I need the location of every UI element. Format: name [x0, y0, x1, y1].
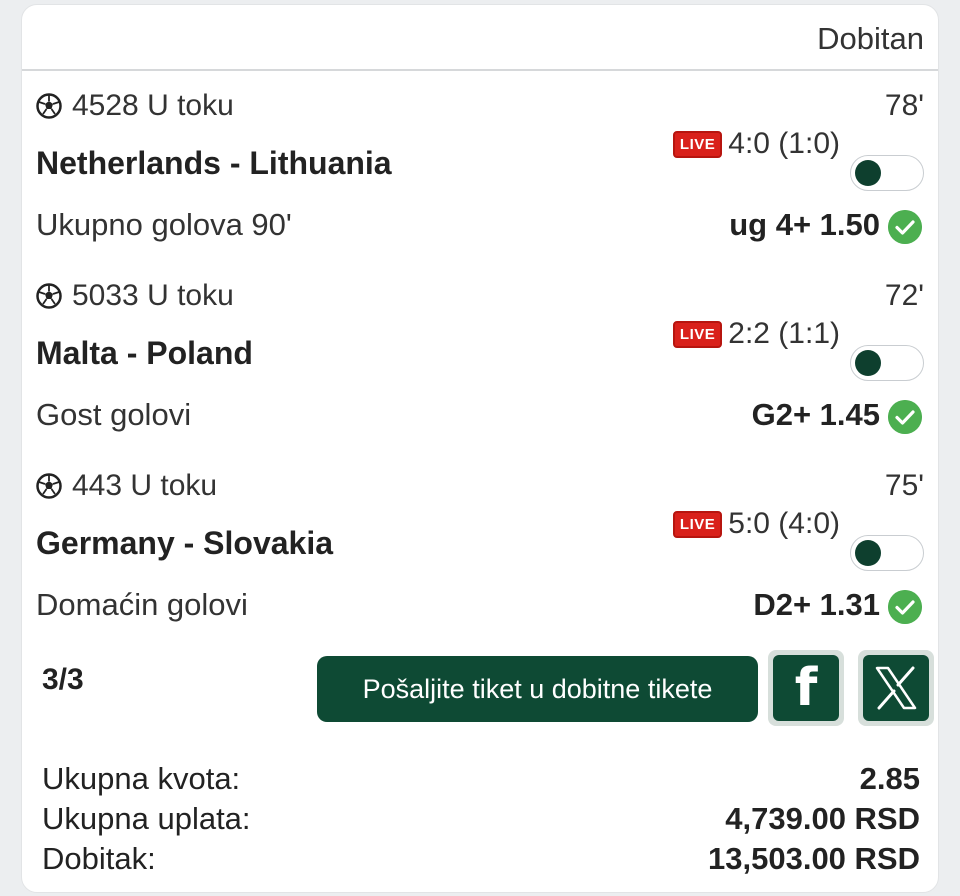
winnings-value: 13,503.00 RSD	[708, 841, 920, 876]
bet-pick: G2+ 1.45	[751, 397, 880, 432]
live-badge: LIVE	[672, 130, 723, 158]
match-row: 443 U toku 75' Germany - Slovakia LIVE 5…	[22, 457, 938, 647]
x-logo-icon	[875, 666, 917, 710]
match-teams: Malta - Poland	[36, 335, 253, 371]
match-score: 5:0 (4:0)	[728, 507, 840, 540]
toggle-knob	[855, 160, 881, 186]
check-icon	[888, 210, 922, 244]
winnings-label: Dobitak:	[42, 841, 156, 876]
facebook-share-button[interactable]: f	[768, 650, 844, 726]
bet-market: Gost golovi	[36, 397, 192, 432]
soccer-ball-icon	[36, 473, 62, 499]
match-score: 4:0 (1:0)	[728, 127, 840, 160]
facebook-icon: f	[794, 658, 818, 718]
toggle-knob	[855, 540, 881, 566]
match-minute: 78'	[884, 89, 924, 122]
bet-market: Ukupno golova 90'	[36, 207, 292, 242]
total-stake-value: 4,739.00 RSD	[725, 801, 920, 836]
live-badge: LIVE	[672, 320, 723, 348]
soccer-ball-icon	[36, 93, 62, 119]
match-teams: Germany - Slovakia	[36, 525, 334, 561]
winnings-row: Dobitak: 13,503.00 RSD	[42, 839, 920, 879]
ticket-totals: Ukupna kvota: 2.85 Ukupna uplata: 4,739.…	[42, 759, 920, 879]
match-code: 4528	[72, 89, 139, 122]
check-icon	[888, 400, 922, 434]
total-odds-row: Ukupna kvota: 2.85	[42, 759, 920, 799]
match-code: 443	[72, 469, 123, 502]
match-code: 5033	[72, 279, 139, 312]
total-stake-row: Ukupna uplata: 4,739.00 RSD	[42, 799, 920, 839]
match-row: 4528 U toku 78' Netherlands - Lithuania …	[22, 77, 938, 267]
match-state: U toku	[147, 89, 234, 122]
toggle-knob	[855, 350, 881, 376]
total-stake-label: Ukupna uplata:	[42, 801, 251, 836]
x-share-button[interactable]	[858, 650, 934, 726]
bet-pick: D2+ 1.31	[753, 587, 880, 622]
match-toggle[interactable]	[850, 155, 924, 191]
ticket-header: Dobitan	[22, 5, 938, 71]
match-state: U toku	[130, 469, 218, 502]
total-odds-label: Ukupna kvota:	[42, 761, 241, 796]
match-minute: 75'	[884, 469, 924, 502]
ticket-card: Dobitan 4528 U toku 78' Netherlands - Li…	[21, 4, 939, 893]
total-odds-value: 2.85	[859, 761, 920, 796]
match-state: U toku	[147, 279, 234, 312]
soccer-ball-icon	[36, 283, 62, 309]
live-badge: LIVE	[672, 510, 723, 538]
ticket-status: Dobitan	[817, 21, 924, 56]
send-to-winning-tickets-button[interactable]: Pošaljite tiket u dobitne tikete	[317, 656, 758, 722]
check-icon	[888, 590, 922, 624]
match-toggle[interactable]	[850, 535, 924, 571]
match-teams: Netherlands - Lithuania	[36, 145, 392, 181]
match-minute: 72'	[884, 279, 924, 312]
matches-count: 3/3	[42, 663, 84, 696]
match-row: 5033 U toku 72' Malta - Poland LIVE 2:2 …	[22, 267, 938, 457]
match-score: 2:2 (1:1)	[728, 317, 840, 350]
match-toggle[interactable]	[850, 345, 924, 381]
bet-market: Domaćin golovi	[36, 587, 248, 622]
bet-pick: ug 4+ 1.50	[729, 207, 880, 242]
